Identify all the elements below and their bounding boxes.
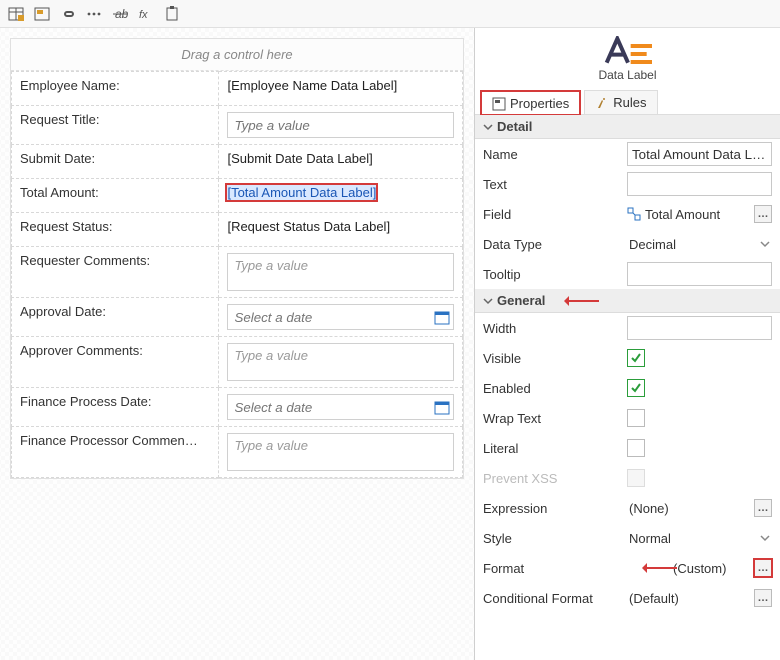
requester-comments-input[interactable]: Type a value bbox=[227, 253, 454, 291]
prop-label-field: Field bbox=[483, 207, 623, 222]
section-general: General Width Visible Enabled Wrap Text bbox=[475, 289, 780, 613]
field-label[interactable]: Total Amount: bbox=[12, 179, 219, 213]
prop-label-text: Text bbox=[483, 177, 623, 192]
prop-label-wraptext: Wrap Text bbox=[483, 411, 623, 426]
calendar-icon[interactable] bbox=[434, 399, 450, 415]
chevron-down-icon bbox=[483, 296, 493, 306]
section-detail: Detail Name Text Field Total Amount … bbox=[475, 115, 780, 289]
tab-properties[interactable]: Properties bbox=[481, 91, 580, 115]
tab-rules[interactable]: Rules bbox=[584, 90, 657, 114]
data-label-submit-date[interactable]: [Submit Date Data Label] bbox=[227, 151, 372, 166]
prop-name-input[interactable] bbox=[627, 142, 772, 166]
form-surface: Drag a control here Employee Name: [Empl… bbox=[10, 38, 464, 479]
expression-picker-button[interactable]: … bbox=[754, 499, 772, 517]
format-picker-button[interactable]: … bbox=[754, 559, 772, 577]
data-label-icon bbox=[600, 36, 656, 68]
field-label[interactable]: Finance Process Date: bbox=[12, 388, 219, 427]
prop-text-input[interactable] bbox=[627, 172, 772, 196]
chevron-down-icon bbox=[760, 533, 770, 543]
paste-icon[interactable] bbox=[162, 4, 182, 24]
prop-label-expression: Expression bbox=[483, 501, 623, 516]
datatype-selected-value: Decimal bbox=[629, 237, 676, 252]
section-header-general[interactable]: General bbox=[475, 289, 780, 313]
svg-text:fx: fx bbox=[139, 9, 148, 21]
prop-label-style: Style bbox=[483, 531, 623, 546]
control-type-header: Data Label bbox=[475, 28, 780, 86]
conditional-format-picker-button[interactable]: … bbox=[754, 589, 772, 607]
prop-label-enabled: Enabled bbox=[483, 381, 623, 396]
section-header-detail[interactable]: Detail bbox=[475, 115, 780, 139]
rules-icon bbox=[595, 96, 609, 110]
field-label[interactable]: Request Title: bbox=[12, 106, 219, 145]
prop-label-preventxss: Prevent XSS bbox=[483, 471, 623, 486]
insert-container-icon[interactable] bbox=[32, 4, 52, 24]
field-binding-icon bbox=[627, 207, 641, 221]
approval-date-input[interactable] bbox=[227, 304, 454, 330]
chevron-down-icon bbox=[760, 239, 770, 249]
data-label-total-amount[interactable]: [Total Amount Data Label] bbox=[227, 185, 376, 200]
finance-processor-comments-input[interactable]: Type a value bbox=[227, 433, 454, 471]
strike-icon[interactable]: ab bbox=[110, 4, 130, 24]
request-title-input[interactable] bbox=[227, 112, 454, 138]
prop-field-value: Total Amount bbox=[643, 207, 752, 222]
datatype-select[interactable]: Decimal bbox=[627, 232, 772, 256]
field-label[interactable]: Approval Date: bbox=[12, 298, 219, 337]
more-icon[interactable] bbox=[84, 4, 104, 24]
properties-icon bbox=[492, 97, 506, 111]
prop-label-datatype: Data Type bbox=[483, 237, 623, 252]
design-canvas[interactable]: Drag a control here Employee Name: [Empl… bbox=[0, 28, 475, 660]
field-label[interactable]: Request Status: bbox=[12, 213, 219, 247]
prop-width-input[interactable] bbox=[627, 316, 772, 340]
prop-label-name: Name bbox=[483, 147, 623, 162]
insert-table-icon[interactable] bbox=[6, 4, 26, 24]
style-selected-value: Normal bbox=[629, 531, 671, 546]
calendar-icon[interactable] bbox=[434, 309, 450, 325]
form-grid: Employee Name: [Employee Name Data Label… bbox=[11, 71, 463, 478]
drag-hint: Drag a control here bbox=[11, 39, 463, 71]
prop-label-conditional-format: Conditional Format bbox=[483, 591, 623, 606]
approver-comments-input[interactable]: Type a value bbox=[227, 343, 454, 381]
prop-label-format: Format bbox=[483, 561, 623, 576]
expression-value: (None) bbox=[627, 501, 752, 516]
control-type-caption: Data Label bbox=[598, 68, 656, 82]
field-label[interactable]: Requester Comments: bbox=[12, 247, 219, 298]
prop-label-literal: Literal bbox=[483, 441, 623, 456]
preventxss-checkbox bbox=[627, 469, 645, 487]
field-label[interactable]: Employee Name: bbox=[12, 72, 219, 106]
field-label[interactable]: Submit Date: bbox=[12, 145, 219, 179]
prop-tooltip-input[interactable] bbox=[627, 262, 772, 286]
prop-label-width: Width bbox=[483, 321, 623, 336]
properties-panel: Data Label Properties Rules Detail bbox=[475, 28, 780, 660]
panel-tabs: Properties Rules bbox=[475, 86, 780, 115]
field-label[interactable]: Finance Processor Commen… bbox=[12, 427, 219, 478]
chevron-down-icon bbox=[483, 122, 493, 132]
literal-checkbox[interactable] bbox=[627, 439, 645, 457]
field-picker-button[interactable]: … bbox=[754, 205, 772, 223]
tab-label: Properties bbox=[510, 96, 569, 111]
wraptext-checkbox[interactable] bbox=[627, 409, 645, 427]
data-label-employee-name[interactable]: [Employee Name Data Label] bbox=[227, 78, 397, 93]
data-label-request-status[interactable]: [Request Status Data Label] bbox=[227, 219, 390, 234]
finance-process-date-input[interactable] bbox=[227, 394, 454, 420]
enabled-checkbox[interactable] bbox=[627, 379, 645, 397]
visible-checkbox[interactable] bbox=[627, 349, 645, 367]
tab-label: Rules bbox=[613, 95, 646, 110]
field-label[interactable]: Approver Comments: bbox=[12, 337, 219, 388]
section-title: General bbox=[497, 293, 545, 308]
prop-label-visible: Visible bbox=[483, 351, 623, 366]
format-value: (Custom) bbox=[671, 561, 752, 576]
style-select[interactable]: Normal bbox=[627, 526, 772, 550]
link-icon[interactable] bbox=[58, 4, 78, 24]
top-toolbar: ab fx bbox=[0, 0, 780, 28]
prop-label-tooltip: Tooltip bbox=[483, 267, 623, 282]
conditional-format-value: (Default) bbox=[627, 591, 752, 606]
section-title: Detail bbox=[497, 119, 532, 134]
function-icon[interactable]: fx bbox=[136, 4, 156, 24]
